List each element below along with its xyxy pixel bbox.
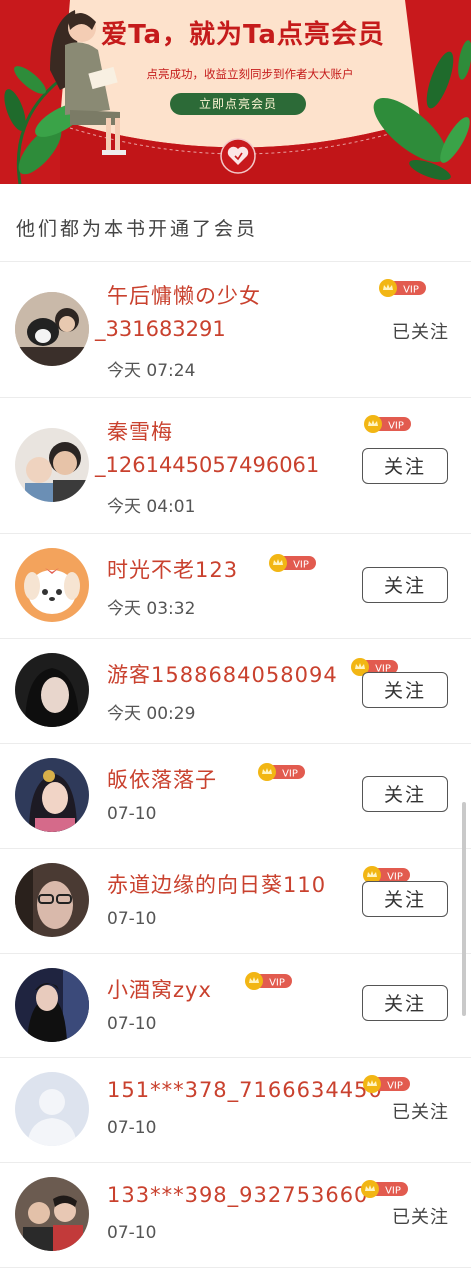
join-time: 07-10 [107,909,157,929]
avatar[interactable] [15,1072,89,1146]
avatar[interactable] [15,428,89,502]
svg-text:VIP: VIP [403,285,419,296]
member-name: 午后慵懒の少女 [107,284,261,308]
member-row[interactable]: 游客1588684058094 今天 00:29 VIP 关注 [0,639,471,744]
followed-status: 已关注 [392,1102,449,1123]
follow-button[interactable]: 关注 [362,448,448,484]
join-time: 今天 00:29 [107,704,196,724]
join-time: 今天 04:01 [107,497,196,517]
avatar-image [15,653,89,727]
member-name: 赤道边缘的向日葵110 [107,873,327,897]
avatar-image [15,548,89,622]
avatar-image [15,968,89,1042]
banner-title: 爱Ta，就为Ta点亮会员 [101,20,385,50]
follow-button[interactable]: 关注 [362,985,448,1021]
member-row[interactable]: 133***398_932753660 07-10 VIP 已关注 [0,1163,471,1268]
join-time: 07-10 [107,1118,157,1138]
svg-text:VIP: VIP [388,421,404,432]
avatar[interactable] [15,863,89,937]
banner-subtitle: 点亮成功，收益立刻同步到作者大大账户 [146,67,354,81]
svg-text:VIP: VIP [293,560,309,571]
join-time: 07-10 [107,804,157,824]
avatar-image [15,428,89,502]
svg-text:VIP: VIP [387,1081,403,1092]
follow-button[interactable]: 关注 [362,881,448,917]
member-row[interactable]: 秦雪梅 _1261445057496061 今天 04:01 VIP 关注 [0,398,471,534]
vip-badge: VIP [364,415,411,433]
member-name: 皈依落落子 [107,768,217,792]
avatar[interactable] [15,653,89,727]
avatar[interactable] [15,758,89,832]
member-row[interactable]: 时光不老123 今天 03:32 VIP 关注 [0,534,471,639]
promo-banner[interactable]: 爱Ta，就为Ta点亮会员 点亮成功，收益立刻同步到作者大大账户 立即点亮会员 [0,0,471,184]
svg-text:VIP: VIP [385,1186,401,1197]
vip-badge: VIP [361,1180,408,1198]
member-name: 133***398_932753660 [107,1183,369,1207]
member-name-continued: _331683291 [95,317,226,341]
follow-button[interactable]: 关注 [362,567,448,603]
vip-badge: VIP [269,554,316,572]
join-time: 今天 03:32 [107,599,196,619]
follow-button[interactable]: 关注 [362,776,448,812]
member-name: 151***378_7166634450 [107,1078,383,1102]
avatar[interactable] [15,548,89,622]
avatar[interactable] [15,968,89,1042]
join-time: 今天 07:24 [107,361,196,381]
member-row[interactable]: 赤道边缘的向日葵110 07-10 VIP 关注 [0,849,471,954]
join-time: 07-10 [107,1014,157,1034]
svg-text:VIP: VIP [282,769,298,780]
join-time: 07-10 [107,1223,157,1243]
scrollbar[interactable] [462,802,466,1016]
heart-seal-icon [220,138,256,174]
followed-status: 已关注 [392,322,449,343]
vip-badge: VIP [379,279,426,297]
avatar-image [15,1177,89,1251]
activate-vip-button[interactable]: 立即点亮会员 [170,93,306,115]
member-name: 秦雪梅 [107,420,173,444]
member-name-continued: _1261445057496061 [95,453,320,477]
avatar-image [15,758,89,832]
member-row[interactable]: 皈依落落子 07-10 VIP 关注 [0,744,471,849]
avatar[interactable] [15,1177,89,1251]
member-row[interactable]: 小酒窝zyx 07-10 VIP 关注 [0,954,471,1058]
section-title: 他们都为本书开通了会员 [16,218,259,240]
avatar[interactable] [15,292,89,366]
member-name: 小酒窝zyx [107,978,212,1002]
default-avatar-icon [15,1072,89,1146]
avatar-image [15,292,89,366]
svg-text:VIP: VIP [269,978,285,989]
member-row[interactable]: 午后慵懒の少女 _331683291 今天 07:24 VIP 已关注 [0,262,471,398]
avatar-image [15,863,89,937]
vip-badge: VIP [245,972,292,990]
vip-badge: VIP [363,1075,410,1093]
member-row[interactable]: 151***378_7166634450 07-10 VIP 已关注 [0,1058,471,1163]
vip-badge: VIP [258,763,305,781]
member-name: 游客1588684058094 [107,663,338,687]
follow-button[interactable]: 关注 [362,672,448,708]
followed-status: 已关注 [392,1207,449,1228]
member-name: 时光不老123 [107,558,239,582]
